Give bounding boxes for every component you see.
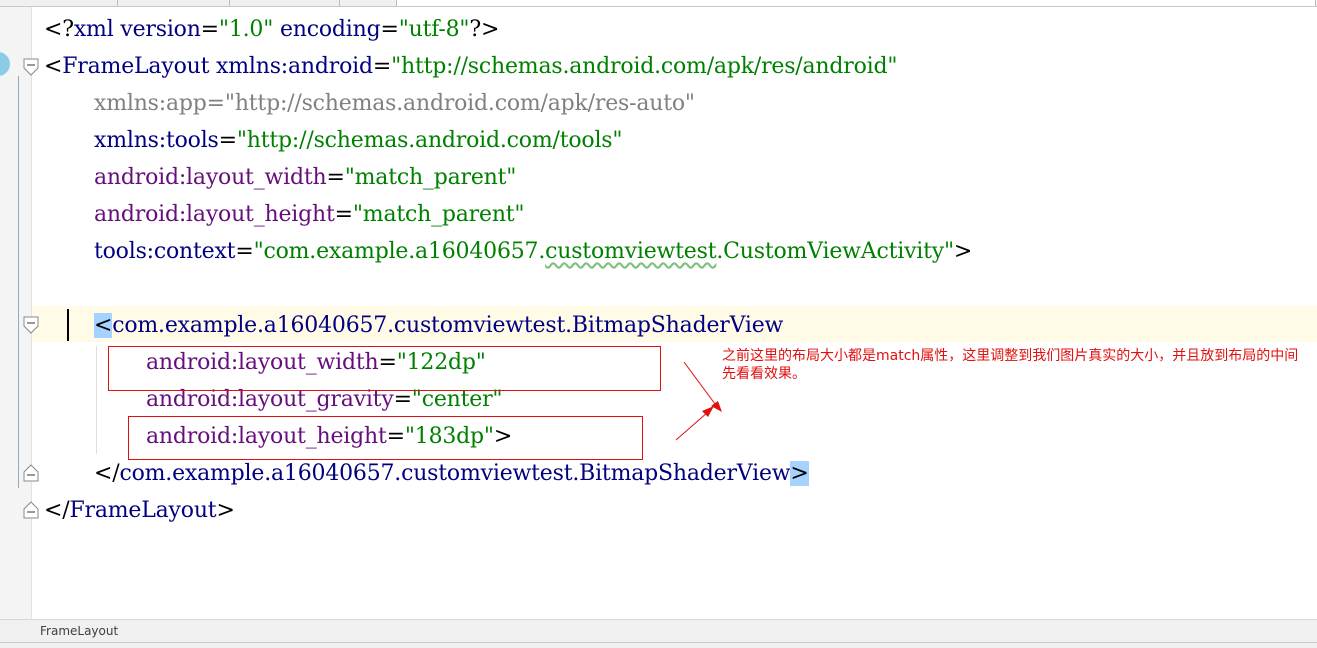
divider [0,642,1317,643]
attr-name: android:layout_width [94,165,327,190]
code-line-2[interactable]: <FrameLayout xmlns:android="http://schem… [44,49,897,85]
code-line-7[interactable]: tools:context="com.example.a16040657.cus… [94,234,972,270]
fold-close-icon[interactable] [23,464,39,482]
editor-tab-strip [0,0,1317,7]
indent-guide [96,346,97,454]
code-line-13[interactable]: </com.example.a16040657.customviewtest.B… [94,456,809,492]
equals-sign: = [372,54,392,79]
attr-value: "match_parent" [352,202,525,227]
editor-tab[interactable] [230,0,340,6]
attr-value: "match_parent" [344,165,517,190]
tag-name: com.example.a16040657.customviewtest.Bit… [112,313,784,338]
annotation-box-height [128,416,643,460]
equals-sign: = [326,165,345,190]
xml-decl-name: xml [73,17,114,42]
code-line-1[interactable]: <?xml version="1.0" encoding="utf-8"?> [44,12,499,48]
editor-tab[interactable] [0,0,118,6]
editor-tab[interactable] [118,0,230,6]
fold-close-icon[interactable] [23,501,39,519]
equals-sign: = [200,17,219,42]
tag-open-bracket: < [44,54,63,79]
breadcrumb-item[interactable]: FrameLayout [40,624,118,638]
attr-name: xmlns:android [216,54,373,79]
tag-name: com.example.a16040657.customviewtest.Bit… [119,461,791,486]
editor-gutter[interactable] [0,7,32,619]
tag-close-bracket: > [216,498,235,523]
equals-sign: = [380,17,399,42]
attr-name: encoding [279,17,381,42]
active-editor-tab[interactable] [396,0,1316,6]
attr-name: tools:context [94,239,236,264]
attr-value: "http://schemas.android.com/apk/res/andr… [391,54,898,79]
attr-value: "1.0" [218,17,274,42]
code-line-5[interactable]: android:layout_width="match_parent" [94,160,516,196]
tag-name: FrameLayout [62,54,210,79]
attr-name: version [120,17,201,42]
equals-sign: = [235,239,254,264]
code-line-3[interactable]: xmlns:app="http://schemas.android.com/ap… [94,86,695,122]
xml-decl-close: ?> [469,17,500,42]
tag-open-bracket: < [94,313,113,338]
text-caret [67,309,69,341]
tag-open-bracket: </ [44,498,70,523]
annotation-note: 之前这里的布局大小都是match属性，这里调整到我们图片真实的大小，并且放到布局… [722,348,1299,382]
tag-close-bracket: > [790,461,809,486]
code-line-14[interactable]: </FrameLayout> [44,493,235,529]
attr-value: .CustomViewActivity" [716,239,954,264]
attr-value: "http://schemas.android.com/apk/res-auto… [224,91,695,116]
fold-open-icon[interactable] [23,58,39,76]
attr-value: "http://schemas.android.com/tools" [236,128,623,153]
tag-open-bracket: </ [94,461,120,486]
breadcrumb-bar: FrameLayout [0,619,1317,648]
tag-close-bracket: > [953,239,973,264]
attr-value-typo: customviewtest [545,239,717,264]
attr-name: xmlns:app [94,91,207,116]
fold-open-icon[interactable] [23,316,39,334]
code-line-4[interactable]: xmlns:tools="http://schemas.android.com/… [94,123,622,159]
fold-range-line [18,76,19,488]
equals-sign: = [206,91,225,116]
equals-sign: = [218,128,237,153]
xml-decl-open: <? [44,17,74,42]
attr-value: "com.example.a16040657. [253,239,546,264]
attr-name: android:layout_height [94,202,335,227]
attr-value: "utf-8" [398,17,470,42]
equals-sign: = [334,202,353,227]
attr-name: xmlns:tools [94,128,219,153]
annotation-box-width [108,346,661,391]
code-line-9[interactable]: <com.example.a16040657.customviewtest.Bi… [94,308,783,344]
code-line-6[interactable]: android:layout_height="match_parent" [94,197,525,233]
tag-name: FrameLayout [69,498,217,523]
